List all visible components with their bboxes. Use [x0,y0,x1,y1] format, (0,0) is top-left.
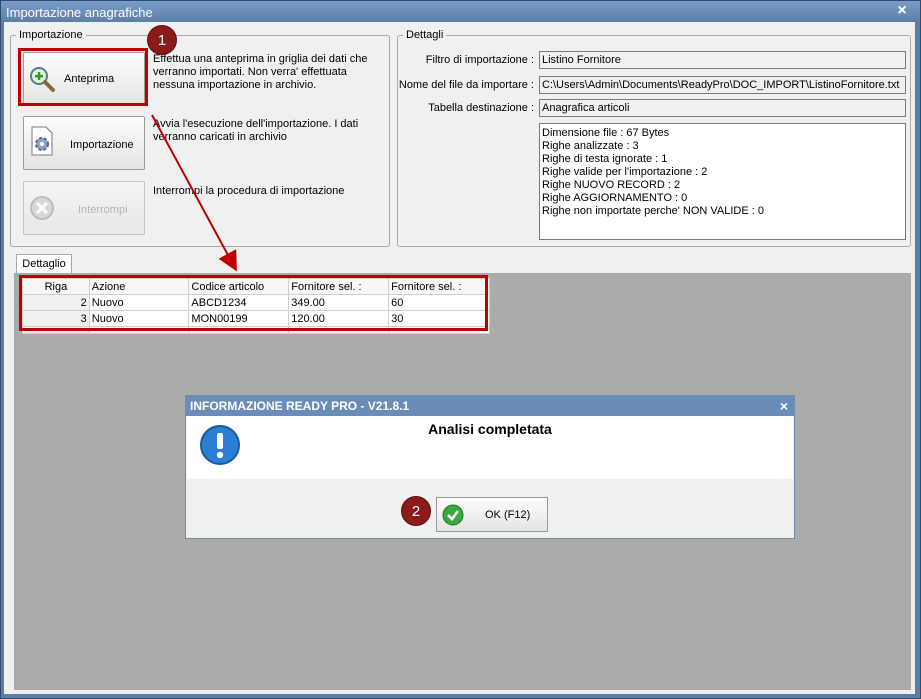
dialog-body: Analisi completata [187,416,793,479]
annotation-badge-2: 2 [401,496,431,526]
dialog-message: Analisi completata [428,421,552,437]
ok-button[interactable]: OK (F12) [436,497,548,532]
dialog-close-icon[interactable]: × [780,398,788,414]
dialog-title: INFORMAZIONE READY PRO - V21.8.1 [186,396,794,416]
checkmark-icon [442,504,464,526]
annotation-arrow [151,114,237,272]
ok-label: OK (F12) [485,509,531,521]
annotation-badge-1: 1 [147,25,177,55]
